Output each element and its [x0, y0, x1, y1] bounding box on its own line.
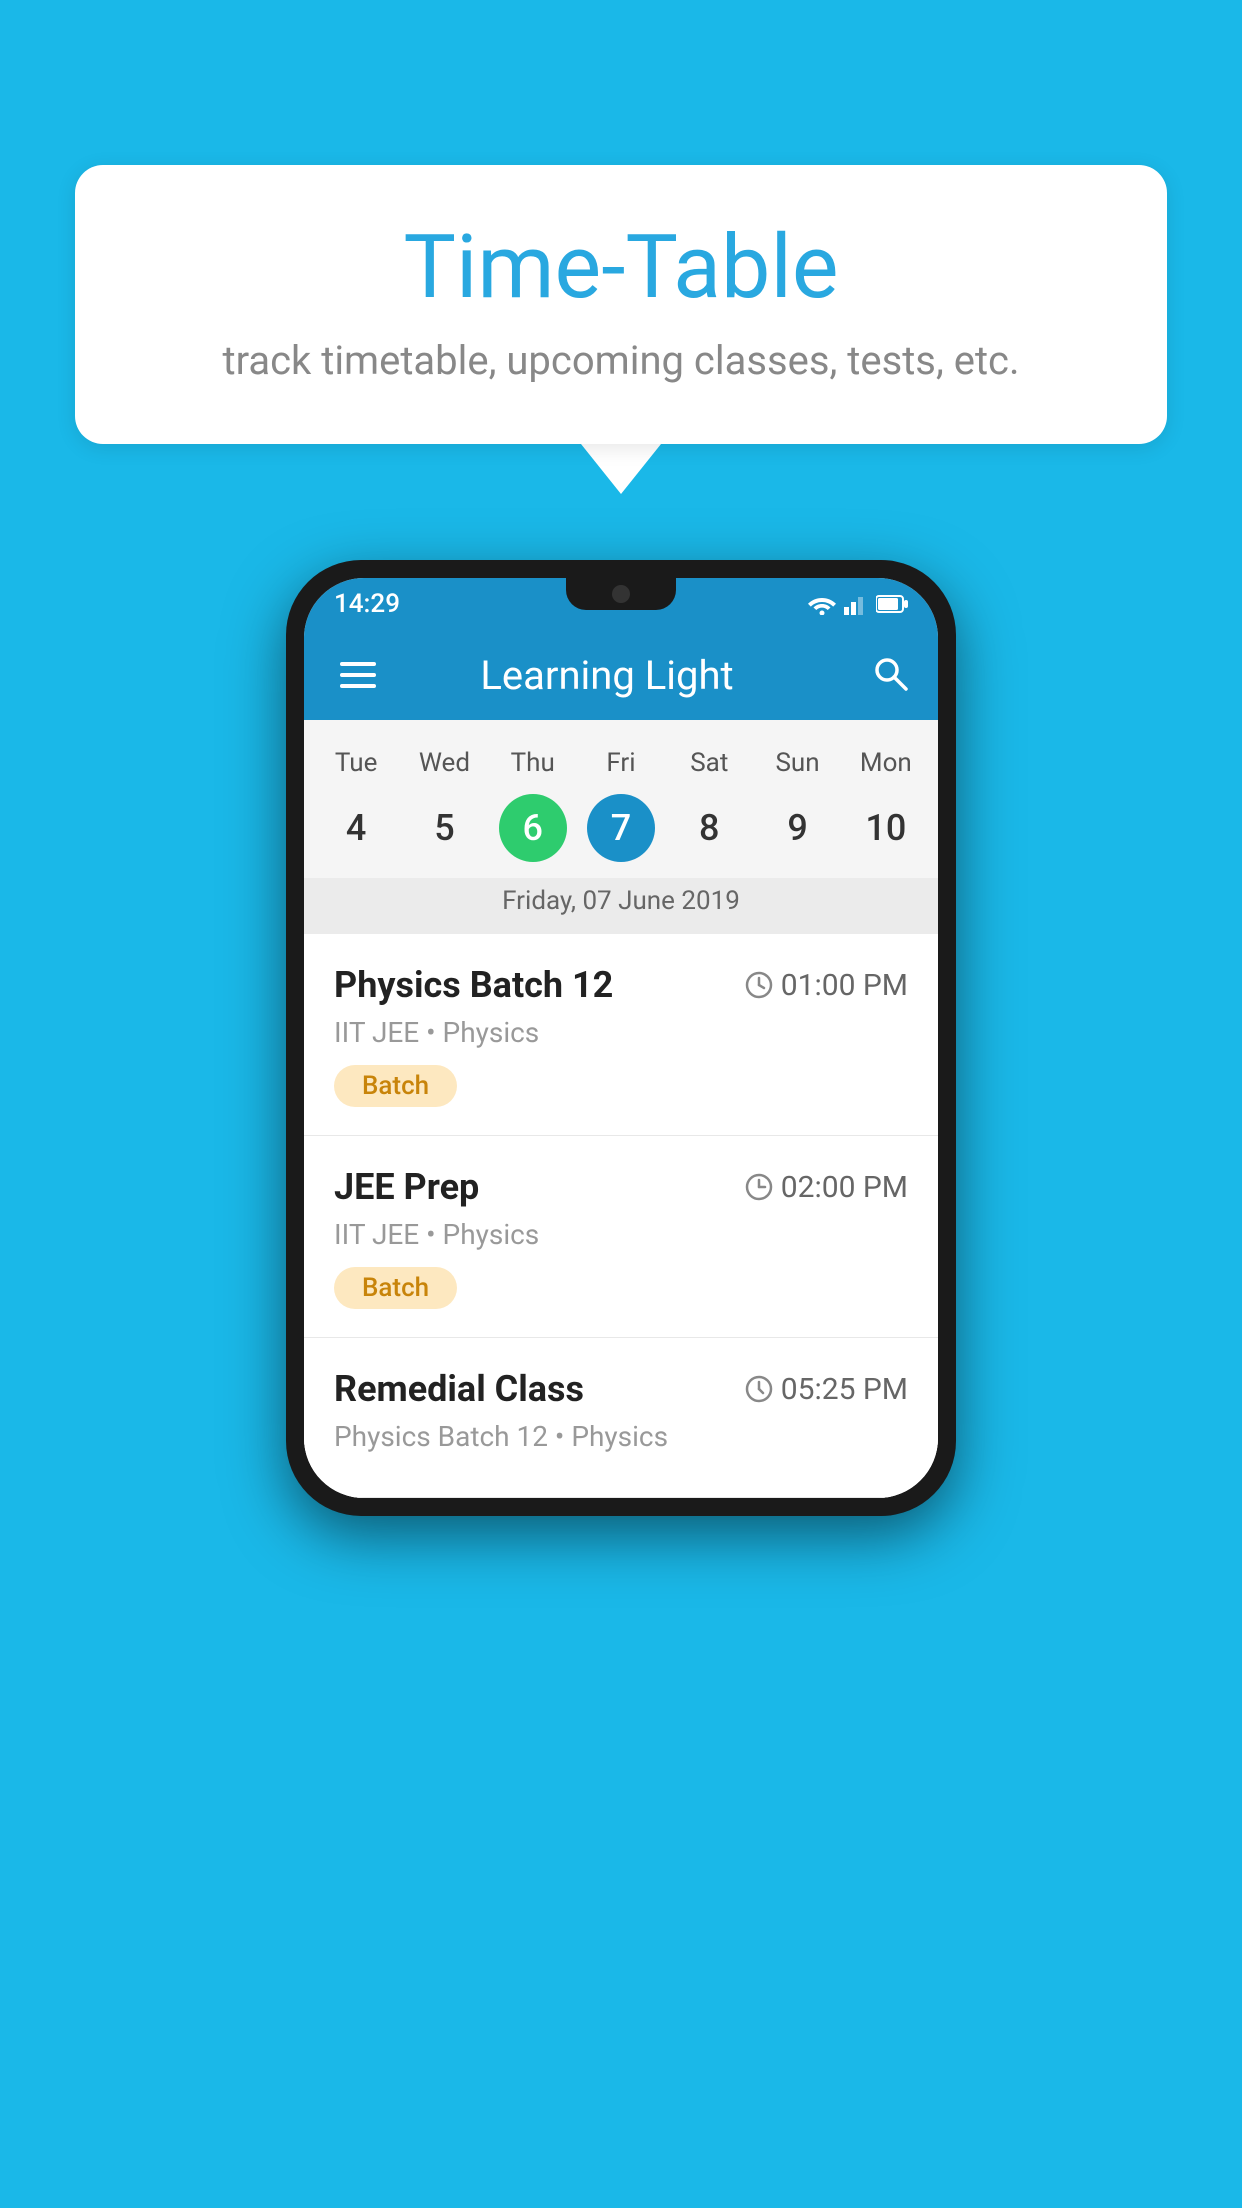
day-label-tue: Tue [312, 740, 400, 786]
phone-outer: 14:29 [286, 560, 956, 1516]
schedule-item-3-subtitle: Physics Batch 12 • Physics [334, 1420, 908, 1453]
speech-bubble: Time-Table track timetable, upcoming cla… [75, 165, 1167, 444]
day-label-sun: Sun [753, 740, 841, 786]
schedule-item-1-title: Physics Batch 12 [334, 964, 613, 1006]
schedule-item-1[interactable]: Physics Batch 12 01:00 PM IIT JEE • Phys… [304, 934, 938, 1136]
speech-bubble-subtitle: track timetable, upcoming classes, tests… [135, 337, 1107, 384]
day-4[interactable]: 4 [312, 797, 400, 859]
phone-screen: 14:29 [304, 578, 938, 1498]
schedule-item-3-header: Remedial Class 05:25 PM [334, 1368, 908, 1410]
hamburger-icon[interactable] [332, 654, 384, 696]
speech-bubble-container: Time-Table track timetable, upcoming cla… [75, 165, 1167, 494]
phone-camera [612, 585, 630, 603]
status-icons [808, 593, 908, 615]
hamburger-line-3 [340, 684, 376, 688]
wifi-icon [808, 593, 836, 615]
day-9[interactable]: 9 [753, 797, 841, 859]
app-title: Learning Light [384, 652, 830, 699]
speech-bubble-title: Time-Table [135, 220, 1107, 317]
day-label-thu: Thu [489, 740, 577, 786]
day-label-wed: Wed [400, 740, 488, 786]
battery-icon [876, 595, 908, 613]
day-numbers: 4 5 6 7 8 9 10 [304, 786, 938, 878]
status-time: 14:29 [334, 589, 400, 619]
schedule-item-2[interactable]: JEE Prep 02:00 PM IIT JEE • Physics Batc… [304, 1136, 938, 1338]
selected-date: Friday, 07 June 2019 [304, 878, 938, 934]
calendar-strip: Tue Wed Thu Fri Sat Sun Mon 4 5 6 7 8 9 … [304, 720, 938, 934]
speech-bubble-arrow [581, 444, 661, 494]
schedule-list: Physics Batch 12 01:00 PM IIT JEE • Phys… [304, 934, 938, 1498]
day-6-today[interactable]: 6 [499, 794, 567, 862]
schedule-item-3[interactable]: Remedial Class 05:25 PM Physics Batch 12… [304, 1338, 938, 1498]
app-bar: Learning Light [304, 630, 938, 720]
phone-notch [566, 578, 676, 610]
schedule-item-1-time: 01:00 PM [745, 968, 908, 1003]
search-icon [870, 653, 910, 693]
schedule-item-2-title: JEE Prep [334, 1166, 479, 1208]
schedule-item-1-header: Physics Batch 12 01:00 PM [334, 964, 908, 1006]
clock-icon-3 [745, 1375, 773, 1403]
day-label-mon: Mon [842, 740, 930, 786]
hamburger-line-1 [340, 662, 376, 666]
schedule-item-2-time: 02:00 PM [745, 1170, 908, 1205]
phone-container: 14:29 [286, 560, 956, 1516]
schedule-item-3-title: Remedial Class [334, 1368, 584, 1410]
day-label-sat: Sat [665, 740, 753, 786]
batch-tag-1: Batch [334, 1065, 457, 1107]
signal-icon [844, 593, 868, 615]
clock-icon-2 [745, 1173, 773, 1201]
search-button[interactable] [870, 653, 910, 697]
day-10[interactable]: 10 [842, 797, 930, 859]
day-8[interactable]: 8 [665, 797, 753, 859]
day-5[interactable]: 5 [400, 797, 488, 859]
clock-icon-1 [745, 971, 773, 999]
schedule-item-2-header: JEE Prep 02:00 PM [334, 1166, 908, 1208]
batch-tag-2: Batch [334, 1267, 457, 1309]
day-7-selected[interactable]: 7 [587, 794, 655, 862]
day-label-fri: Fri [577, 740, 665, 786]
schedule-item-3-time: 05:25 PM [745, 1372, 908, 1407]
schedule-item-1-subtitle: IIT JEE • Physics [334, 1016, 908, 1049]
day-labels: Tue Wed Thu Fri Sat Sun Mon [304, 740, 938, 786]
schedule-item-2-subtitle: IIT JEE • Physics [334, 1218, 908, 1251]
hamburger-line-2 [340, 673, 376, 677]
